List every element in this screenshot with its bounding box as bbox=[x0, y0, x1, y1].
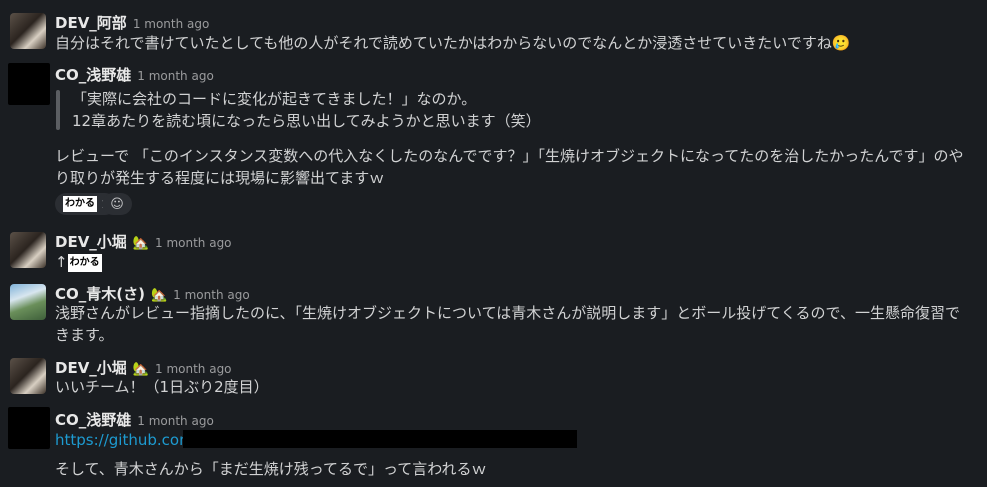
avatar[interactable] bbox=[8, 63, 50, 105]
timestamp[interactable]: 1 month ago bbox=[137, 69, 214, 83]
wakaru-emoji-icon: わかる bbox=[67, 253, 102, 272]
avatar[interactable] bbox=[10, 284, 46, 320]
timestamp[interactable]: 1 month ago bbox=[173, 288, 250, 302]
reaction-emoji-icon: わかる bbox=[63, 196, 97, 212]
message-text: 自分はそれで書けていたとしても他の人がそれで読めていたかはわからないのでなんとか… bbox=[55, 34, 832, 52]
timestamp[interactable]: 1 month ago bbox=[155, 362, 232, 376]
message-text: ↑ bbox=[55, 253, 68, 271]
quote-bar bbox=[56, 90, 60, 130]
message-text: きます。 bbox=[55, 326, 114, 344]
message-text: 浅野さんがレビュー指摘したのに、「生焼けオブジェクトについては青木さんが説明しま… bbox=[55, 304, 960, 322]
avatar[interactable] bbox=[8, 407, 50, 449]
message-text: り取りが発生する程度には現場に影響出てますｗ bbox=[55, 169, 385, 187]
timestamp[interactable]: 1 month ago bbox=[133, 17, 210, 31]
avatar[interactable] bbox=[10, 232, 46, 268]
message-text: そして、青木さんから「まだ生焼け残ってるで」って言われるｗ bbox=[55, 460, 487, 478]
username[interactable]: CO_浅野雄 bbox=[55, 64, 131, 85]
house-status-icon[interactable]: 🏡 bbox=[151, 288, 167, 303]
github-link[interactable]: https://github.com/ bbox=[55, 431, 199, 449]
add-reaction-icon: ☺ bbox=[110, 196, 124, 212]
username[interactable]: CO_青木(さ) bbox=[55, 283, 145, 304]
quote-line: 12章あたりを読む頃になったら思い出してみようかと思います（笑） bbox=[72, 112, 541, 130]
avatar[interactable] bbox=[10, 358, 46, 394]
house-status-icon[interactable]: 🏡 bbox=[133, 236, 149, 251]
username[interactable]: DEV_小堀 bbox=[55, 357, 127, 378]
smile-tear-emoji-icon: 🥲 bbox=[831, 34, 851, 52]
add-reaction-button[interactable]: ☺ bbox=[102, 193, 132, 215]
quote-line: 「実際に会社のコードに変化が起きてきました！」なのか。 bbox=[72, 90, 477, 108]
house-status-icon[interactable]: 🏡 bbox=[133, 362, 149, 377]
redaction-bar bbox=[183, 430, 577, 448]
username[interactable]: DEV_小堀 bbox=[55, 231, 127, 252]
timestamp[interactable]: 1 month ago bbox=[155, 236, 232, 250]
timestamp[interactable]: 1 month ago bbox=[137, 414, 214, 428]
username[interactable]: DEV_阿部 bbox=[55, 12, 127, 33]
username[interactable]: CO_浅野雄 bbox=[55, 409, 131, 430]
message-text: レビューで 「このインスタンス変数への代入なくしたのなんでです？」「生焼けオブジ… bbox=[55, 147, 964, 165]
message-text: いいチーム！（1日ぶり2度目） bbox=[55, 378, 269, 396]
avatar[interactable] bbox=[10, 13, 46, 49]
